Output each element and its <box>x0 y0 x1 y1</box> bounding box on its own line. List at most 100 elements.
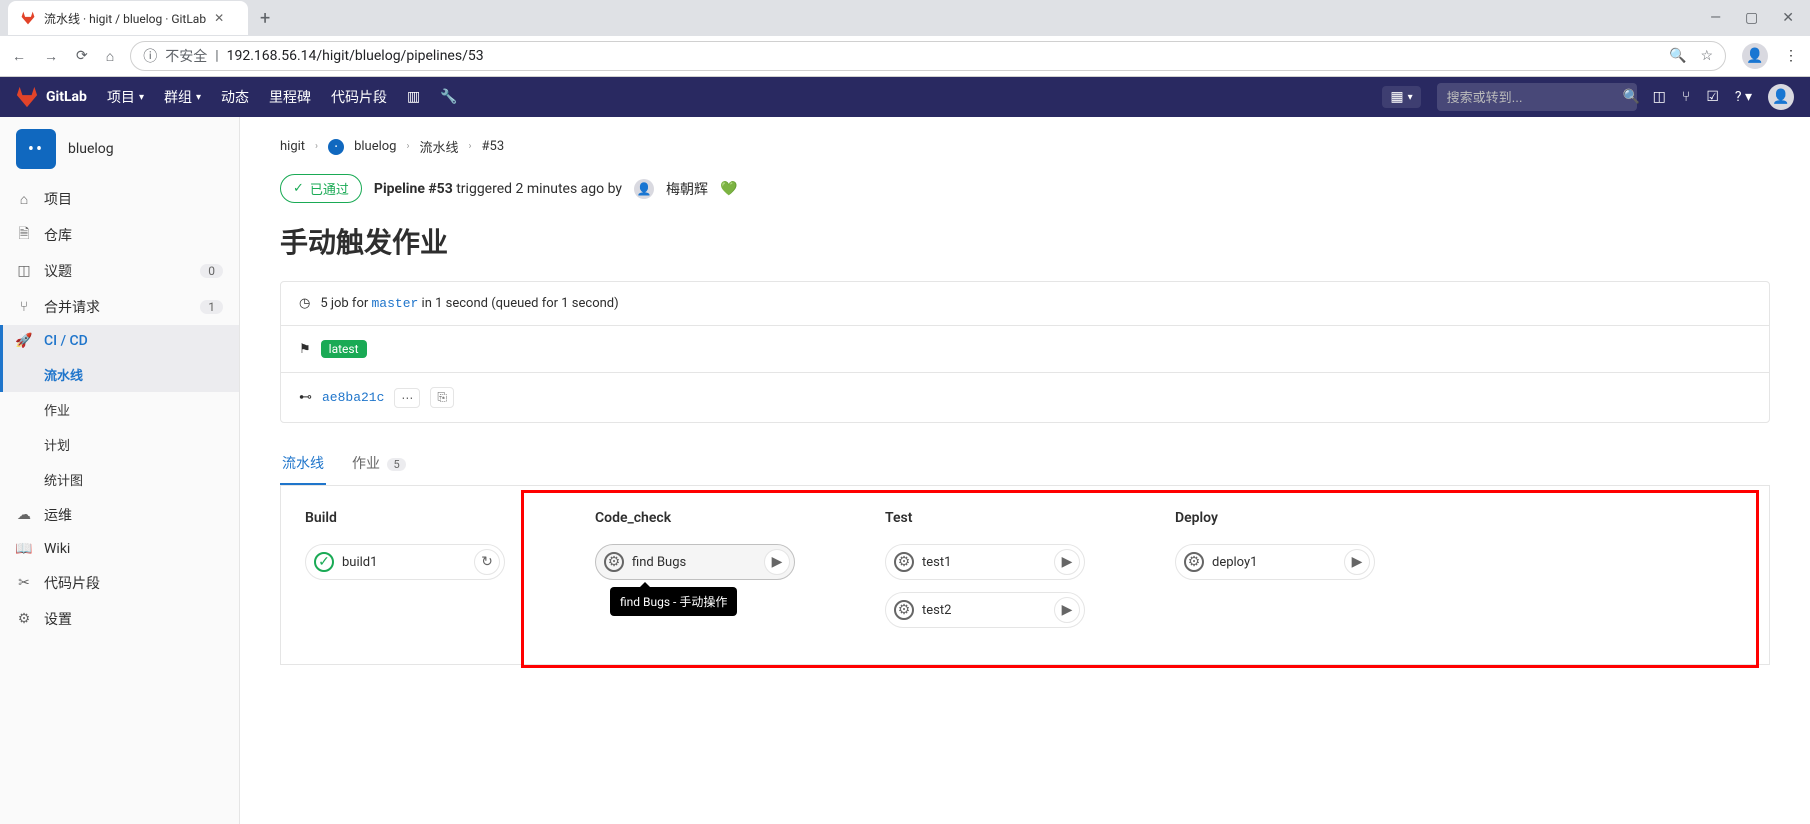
job-action-button[interactable]: ↻ <box>474 549 500 575</box>
sidebar-item-scissors[interactable]: ✂代码片段 <box>0 565 239 601</box>
job-action-button[interactable]: ▶ <box>1344 549 1370 575</box>
close-window-icon[interactable]: ✕ <box>1782 10 1794 26</box>
author-avatar[interactable]: 👤 <box>634 179 654 199</box>
sidebar-sub-0[interactable]: 流水线 <box>0 357 239 392</box>
job-pill[interactable]: ⚙ deploy1 ▶ <box>1175 544 1375 580</box>
pipeline-graph: Build✓build1↻Code_check⚙find Bugs▶find B… <box>280 486 1770 665</box>
job-action-button[interactable]: ▶ <box>1054 597 1080 623</box>
close-icon[interactable]: ✕ <box>214 11 224 25</box>
sidebar-sub-1[interactable]: 作业 <box>0 392 239 427</box>
cloud-icon: ☁ <box>16 507 32 523</box>
job-status-icon: ⚙ <box>1184 552 1204 572</box>
more-icon[interactable]: ⋯ <box>394 388 420 408</box>
kebab-menu-icon[interactable]: ⋮ <box>1784 48 1798 64</box>
window-controls: — ▢ ✕ <box>1710 10 1810 26</box>
sidebar-item-gear[interactable]: ⚙设置 <box>0 601 239 637</box>
url-box[interactable]: ⓘ 不安全 | 192.168.56.14/higit/bluelog/pipe… <box>130 41 1726 71</box>
project-head[interactable]: •• bluelog <box>0 117 239 181</box>
job-label: deploy1 <box>1212 555 1336 570</box>
chevron-right-icon: › <box>315 141 318 152</box>
chevron-down-icon: ▾ <box>196 92 201 103</box>
profile-icon[interactable]: 👤 <box>1742 43 1768 69</box>
nav-item-3[interactable]: 里程碑 <box>269 87 311 107</box>
pipeline-tabs: 流水线 作业 5 <box>280 443 1770 486</box>
stage-code_check: Code_check⚙find Bugs▶find Bugs - 手动操作 <box>595 510 795 640</box>
tab-pipeline[interactable]: 流水线 <box>280 443 326 485</box>
sidebar-item-issue[interactable]: ◫议题0 <box>0 253 239 289</box>
crumb-project[interactable]: bluelog <box>354 139 396 154</box>
address-bar: ← → ⟳ ⌂ ⓘ 不安全 | 192.168.56.14/higit/blue… <box>0 36 1810 76</box>
crumb-pipelines[interactable]: 流水线 <box>419 137 458 156</box>
stage-header: Code_check <box>595 510 795 526</box>
job-action-button[interactable]: ▶ <box>764 549 790 575</box>
sidebar-item-book[interactable]: 📖Wiki <box>0 533 239 565</box>
job-pill[interactable]: ⚙ test1 ▶ <box>885 544 1085 580</box>
sidebar-item-home[interactable]: ⌂项目 <box>0 181 239 217</box>
commit-sha-link[interactable]: ae8ba21c <box>322 390 384 405</box>
zoom-icon[interactable]: 🔍 <box>1669 48 1686 64</box>
issues-icon[interactable]: ◫ <box>1653 89 1666 105</box>
create-menu[interactable]: ▦ ▾ <box>1382 86 1420 108</box>
job-status-icon: ⚙ <box>894 552 914 572</box>
issue-icon: ◫ <box>16 263 32 279</box>
sidebar-item-doc[interactable]: 🗎仓库 <box>0 217 239 253</box>
stage-deploy: Deploy⚙deploy1▶ <box>1175 510 1375 640</box>
star-icon[interactable]: ☆ <box>1700 48 1713 64</box>
crumb-id[interactable]: #53 <box>482 139 505 154</box>
maximize-icon[interactable]: ▢ <box>1745 10 1758 26</box>
tab-jobs[interactable]: 作业 5 <box>350 443 408 485</box>
job-label: test2 <box>922 603 1046 618</box>
project-avatar: •• <box>16 129 56 169</box>
search-input[interactable] <box>1447 90 1623 105</box>
new-tab-button[interactable]: + <box>260 8 270 29</box>
page-title: 手动触发作业 <box>280 221 1770 261</box>
sidebar-item-merge[interactable]: ⑂合并请求1 <box>0 289 239 325</box>
project-avatar-small: • <box>328 139 344 155</box>
job-label: find Bugs <box>632 555 756 570</box>
sidebar-sub-2[interactable]: 计划 <box>0 427 239 462</box>
gitlab-topnav: GitLab 项目▾ 群组▾ 动态里程碑代码片段 ▥ 🔧 ▦ ▾ 🔍 ◫ ⑂ ☑ ? ▾… <box>0 77 1810 117</box>
author-name[interactable]: 梅朝辉 <box>666 179 708 199</box>
crumb-group[interactable]: higit <box>280 139 305 154</box>
reload-icon[interactable]: ⟳ <box>76 48 88 64</box>
copy-sha-button[interactable]: ⎘ <box>430 387 454 408</box>
sidebar-item-label: 代码片段 <box>44 573 100 593</box>
browser-tab[interactable]: 流水线 · higit / bluelog · GitLab ✕ <box>8 1 248 35</box>
gitlab-favicon-icon <box>20 10 36 26</box>
job-status-icon: ✓ <box>314 552 334 572</box>
nav-item-2[interactable]: 动态 <box>221 87 249 107</box>
branch-link[interactable]: master <box>372 296 419 311</box>
sidebar-item-cloud[interactable]: ☁运维 <box>0 497 239 533</box>
sidebar-item-label: 合并请求 <box>44 297 100 317</box>
sidebar-item-rocket[interactable]: 🚀CI / CD <box>0 325 239 357</box>
brand[interactable]: GitLab <box>16 86 87 108</box>
back-icon[interactable]: ← <box>12 48 26 65</box>
plus-icon: ▦ <box>1390 89 1403 105</box>
merge-icon[interactable]: ⑂ <box>1682 89 1690 105</box>
project-sidebar: •• bluelog ⌂项目🗎仓库◫议题0⑂合并请求1🚀CI / CD流水线作业… <box>0 117 240 824</box>
nav-item-1[interactable]: 群组▾ <box>164 87 201 107</box>
user-avatar[interactable]: 👤 <box>1768 84 1794 110</box>
home-icon[interactable]: ⌂ <box>106 48 114 65</box>
nav-item-0[interactable]: 项目▾ <box>107 87 144 107</box>
minimize-icon[interactable]: — <box>1710 10 1721 26</box>
todos-icon[interactable]: ☑ <box>1706 89 1719 105</box>
clock-icon: ◷ <box>299 296 310 311</box>
gear-icon: ⚙ <box>16 611 32 627</box>
job-action-button[interactable]: ▶ <box>1054 549 1080 575</box>
nav-item-4[interactable]: 代码片段 <box>331 87 387 107</box>
wrench-icon[interactable]: 🔧 <box>440 89 457 105</box>
pipeline-info-card: ◷ 5 job for master in 1 second (queued f… <box>280 281 1770 423</box>
job-label: test1 <box>922 555 1046 570</box>
sidebar-sub-3[interactable]: 统计图 <box>0 462 239 497</box>
job-pill[interactable]: ✓ build1 ↻ <box>305 544 505 580</box>
job-label: build1 <box>342 555 466 570</box>
global-search[interactable]: 🔍 <box>1437 83 1637 111</box>
help-menu[interactable]: ? ▾ <box>1735 89 1752 105</box>
flag-icon: ⚑ <box>299 342 311 357</box>
url-warning: 不安全 <box>165 46 207 66</box>
forward-icon[interactable]: → <box>44 48 58 65</box>
job-pill[interactable]: ⚙test2▶ <box>885 592 1085 628</box>
job-pill[interactable]: ⚙find Bugs▶find Bugs - 手动操作 <box>595 544 795 580</box>
bar-chart-icon[interactable]: ▥ <box>407 89 420 105</box>
